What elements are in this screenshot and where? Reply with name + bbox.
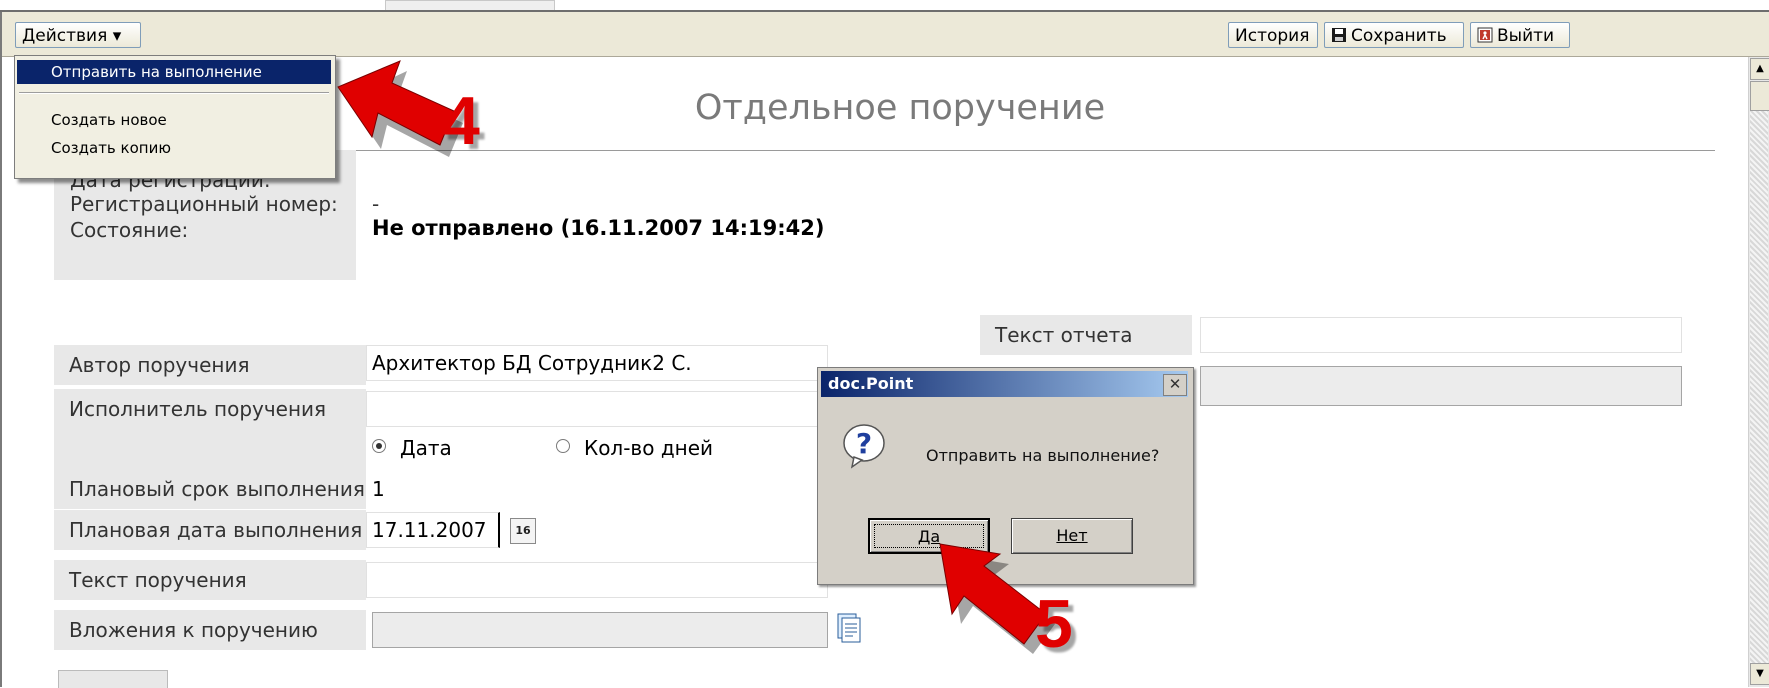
save-label: Сохранить (1351, 26, 1447, 46)
scroll-track[interactable] (1750, 111, 1768, 663)
annotation-step4-number: 4 (442, 83, 480, 159)
status-label: Состояние: (70, 218, 189, 242)
registration-number-value: - (372, 192, 380, 216)
svg-text:?: ? (856, 427, 872, 460)
planned-term-value: 1 (372, 477, 385, 501)
planned-date-input[interactable]: 17.11.2007 (366, 512, 500, 548)
radio-days-label: Кол-во дней (584, 436, 714, 460)
save-button[interactable]: Сохранить (1324, 22, 1464, 48)
scroll-thumb[interactable] (1750, 81, 1769, 111)
no-button[interactable]: Нет (1011, 518, 1133, 554)
annotation-arrow-step4 (337, 60, 463, 157)
actions-label: Действия ▾ (22, 26, 122, 46)
question-icon: ? (842, 423, 886, 469)
registration-number-label: Регистрационный номер: (70, 192, 338, 216)
report-attachments-field (1200, 366, 1682, 406)
actions-dropdown-button[interactable]: Действия ▾ (15, 22, 141, 48)
report-text-field[interactable] (1200, 317, 1682, 353)
no-label: Нет (1056, 526, 1088, 545)
annotation-step5-number: 5 (1035, 586, 1073, 662)
actions-menu: Отправить на выполнение Создать новое Со… (14, 55, 336, 179)
bottom-button-partial[interactable] (58, 670, 168, 688)
radio-date-label: Дата (400, 436, 452, 460)
calendar-icon[interactable]: 16 (510, 518, 536, 544)
menu-item-create-new[interactable]: Создать новое (17, 108, 331, 132)
report-text-label: Текст отчета (980, 315, 1192, 355)
radio-date-dot[interactable] (372, 439, 386, 453)
exit-door-icon (1477, 25, 1493, 43)
window-left-edge (0, 12, 2, 687)
exit-button[interactable]: Выйти (1470, 22, 1570, 48)
executor-label: Исполнитель поручения (54, 389, 366, 429)
page-title: Отдельное поручение (694, 88, 1106, 128)
scroll-down-button[interactable]: ▼ (1750, 663, 1769, 685)
menu-item-create-copy[interactable]: Создать копию (17, 136, 331, 160)
title-divider (120, 150, 1715, 151)
history-label: История (1235, 26, 1310, 46)
attachment-icon[interactable] (834, 610, 864, 644)
attachments-label: Вложения к поручению (54, 610, 366, 650)
exit-label: Выйти (1497, 26, 1555, 46)
menu-separator (19, 92, 329, 94)
yes-button[interactable]: Да (868, 518, 990, 554)
toolbar: Действия ▾ История Сохранить Выйти (2, 12, 1769, 57)
planned-date-label: Плановая дата выполнения (54, 510, 366, 550)
planned-term-label: Плановый срок выполнения (54, 469, 366, 509)
task-text-label: Текст поручения (54, 560, 366, 600)
history-button[interactable]: История (1228, 22, 1318, 48)
task-text-field[interactable] (366, 562, 828, 598)
attachments-field (372, 612, 828, 648)
radio-days-dot[interactable] (556, 439, 570, 453)
floppy-disk-icon (1331, 25, 1347, 42)
dialog-message: Отправить на выполнение? (926, 446, 1160, 465)
vertical-scrollbar[interactable]: ▲ ▼ (1748, 57, 1769, 687)
author-label: Автор поручения (54, 345, 366, 385)
radio-days[interactable]: Кол-во дней (556, 436, 713, 460)
menu-item-send-to-execution[interactable]: Отправить на выполнение (17, 60, 331, 84)
term-type-row (54, 429, 366, 469)
confirm-dialog: doc.Point ✕ ? Отправить на выполнение? Д… (817, 367, 1194, 585)
close-icon[interactable]: ✕ (1163, 374, 1187, 396)
status-value: Не отправлено (16.11.2007 14:19:42) (372, 216, 825, 240)
scroll-up-button[interactable]: ▲ (1750, 58, 1769, 80)
yes-label: Да (917, 527, 941, 546)
executor-field[interactable] (366, 391, 828, 427)
dialog-title: doc.Point (821, 371, 1188, 397)
author-field[interactable]: Архитектор БД Сотрудник2 С. (366, 345, 828, 381)
radio-date[interactable]: Дата (372, 436, 452, 460)
